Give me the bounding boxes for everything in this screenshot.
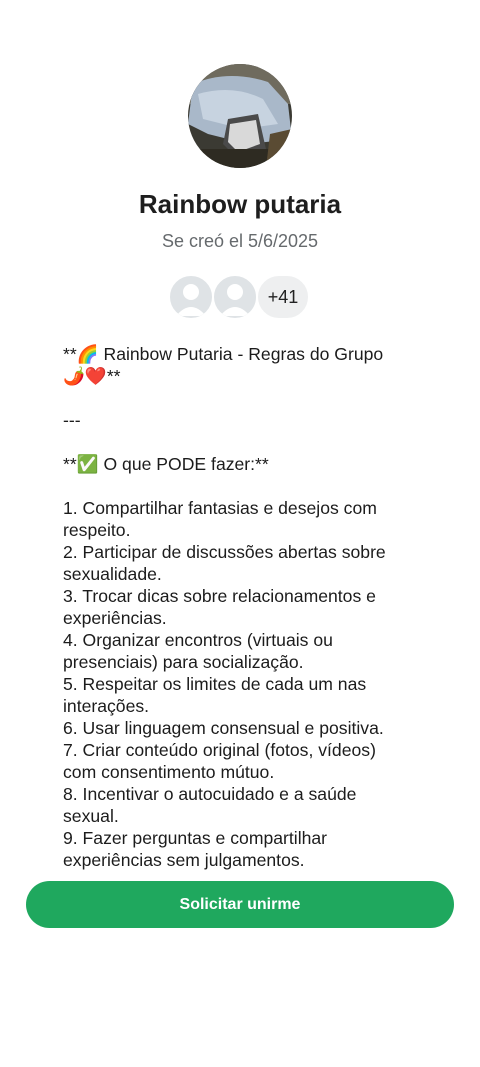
group-created-date: Se creó el 5/6/2025 — [161, 231, 319, 251]
description-line: sexualidade. — [63, 564, 162, 584]
member-avatar — [212, 274, 258, 320]
description-line: 3. Trocar dicas sobre relacionamentos e — [63, 586, 376, 606]
description-line: respeito. — [63, 520, 131, 540]
description-line — [63, 431, 433, 453]
description-line: 5. Respeitar os limites de cada um nas — [63, 674, 367, 694]
description-line: 4. Organizar encontros (virtuais ou — [63, 630, 333, 650]
request-join-button[interactable]: Solicitar unirme — [26, 881, 454, 928]
member-avatar — [168, 274, 214, 320]
description-line: presenciais) para socialização. — [63, 652, 304, 672]
description-line: experiências sem julgamentos. — [63, 850, 305, 870]
members-row[interactable]: +41 — [168, 274, 318, 320]
description-line: **✅ O que PODE fazer:** — [63, 454, 269, 474]
description-line: 2. Participar de discussões abertas sobr… — [63, 542, 386, 562]
description-line — [63, 387, 433, 409]
group-photo-image — [188, 64, 292, 168]
description-line: 6. Usar linguagem consensual e positiva. — [63, 718, 384, 738]
description-line: **🌈 Rainbow Putaria - Regras do Grupo — [63, 344, 384, 364]
group-name: Rainbow putaria — [138, 189, 342, 219]
group-description: **🌈 Rainbow Putaria - Regras do Grupo 🌶️❤… — [63, 343, 433, 871]
description-line: --- — [63, 410, 81, 430]
description-line: experiências. — [63, 608, 167, 628]
description-line: 9. Fazer perguntas e compartilhar — [63, 828, 328, 848]
description-line: sexual. — [63, 806, 119, 826]
description-line: 1. Compartilhar fantasias e desejos com — [63, 498, 377, 518]
description-line: com consentimento mútuo. — [63, 762, 275, 782]
group-photo[interactable] — [188, 64, 292, 168]
member-count-badge: +41 — [256, 274, 310, 320]
description-line — [63, 475, 433, 497]
default-avatar-icon — [220, 284, 250, 316]
description-line: 8. Incentivar o autocuidado e a saúde — [63, 784, 357, 804]
description-line: 7. Criar conteúdo original (fotos, vídeo… — [63, 740, 376, 760]
description-line: 🌶️❤️** — [63, 366, 121, 386]
description-line: interações. — [63, 696, 150, 716]
default-avatar-icon — [176, 284, 206, 316]
